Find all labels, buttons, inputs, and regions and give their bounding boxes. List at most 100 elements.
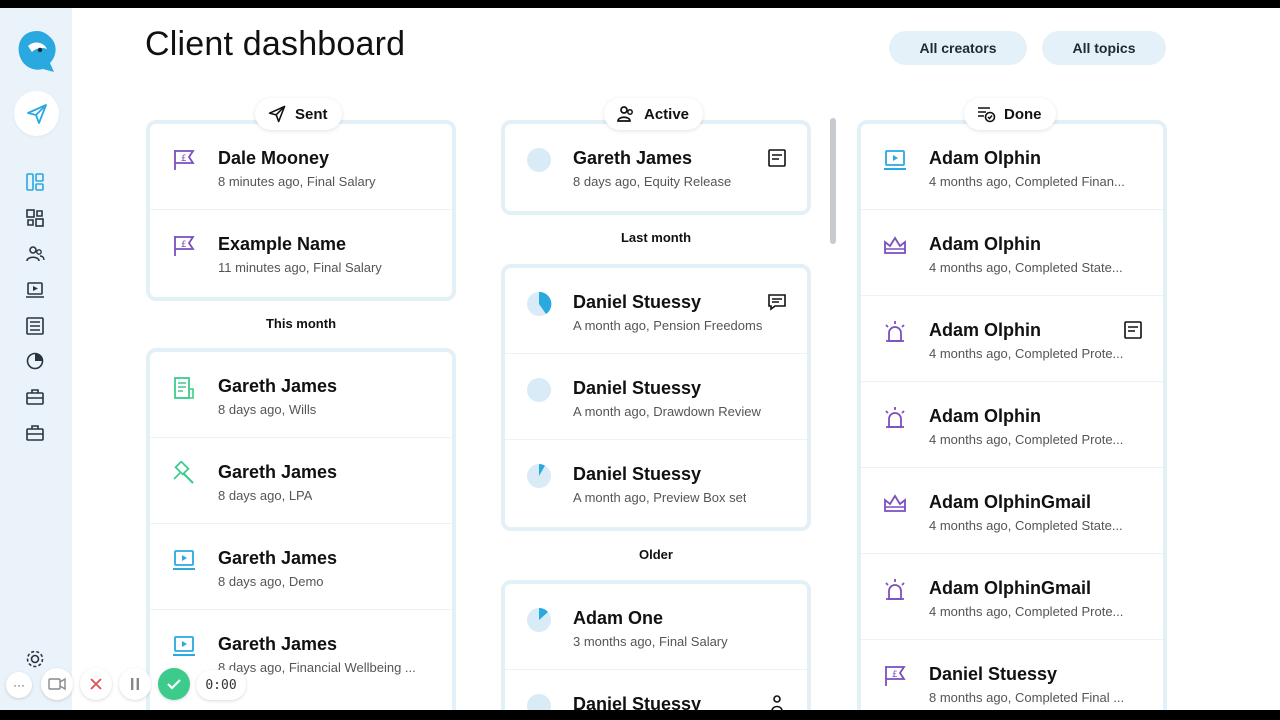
list-item[interactable]: Daniel Stuessy A month ago, Pension Free…: [505, 268, 807, 354]
nav-videos-icon[interactable]: [24, 279, 46, 301]
item-subtitle: 8 days ago, LPA: [218, 488, 313, 503]
progress-15-icon: [525, 606, 553, 634]
pound-flag-icon: £: [881, 662, 909, 690]
client-name: Adam One: [573, 608, 664, 628]
close-icon: [90, 678, 102, 690]
camera-off-icon: [48, 677, 66, 691]
recorder-camera-button[interactable]: [41, 668, 73, 700]
client-name: Daniel Stuessy: [573, 464, 702, 484]
app-logo[interactable]: [14, 28, 60, 74]
check-icon: [167, 679, 181, 690]
document-icon: [170, 374, 198, 402]
client-name: Adam Olphin: [929, 406, 1041, 426]
compose-send-button[interactable]: [14, 91, 59, 136]
app-window: Client dashboard All creators All topics…: [0, 8, 1280, 710]
client-name: Gareth James: [218, 462, 338, 482]
settings-gear-icon[interactable]: [24, 648, 46, 670]
client-name: Daniel Stuessy: [573, 694, 702, 710]
item-subtitle: 4 months ago, Completed Prote...: [929, 604, 1124, 619]
progress-empty-icon: [525, 376, 553, 404]
list-item[interactable]: Adam OlphinGmail 4 months ago, Completed…: [861, 554, 1163, 640]
filter-all-creators[interactable]: All creators: [889, 31, 1027, 65]
nav-dashboard-icon[interactable]: [24, 171, 46, 193]
list-item[interactable]: Adam Olphin 4 months ago, Completed Stat…: [861, 210, 1163, 296]
list-item[interactable]: Adam Olphin 4 months ago, Completed Prot…: [861, 382, 1163, 468]
client-name: Adam OlphinGmail: [929, 578, 1092, 598]
nav-briefcase-icon[interactable]: [24, 422, 46, 444]
item-subtitle: A month ago, Preview Box set: [573, 490, 747, 505]
list-item[interactable]: Daniel Stuessy: [505, 670, 807, 710]
recorder-more-button[interactable]: ···: [6, 672, 32, 698]
list-item[interactable]: Gareth James 8 days ago, Equity Release: [505, 124, 807, 210]
list-item[interactable]: Daniel Stuessy A month ago, Drawdown Rev…: [505, 354, 807, 440]
item-subtitle: 4 months ago, Completed Finan...: [929, 174, 1125, 189]
list-item[interactable]: Adam Olphin 4 months ago, Completed Fina…: [861, 124, 1163, 210]
video-box-icon: [170, 632, 198, 660]
pound-flag-icon: £: [170, 232, 198, 260]
paper-plane-icon: [268, 105, 286, 123]
client-name: Adam Olphin: [929, 234, 1041, 254]
column-label: Active: [644, 105, 690, 123]
item-subtitle: 3 months ago, Final Salary: [573, 634, 728, 649]
client-name: Gareth James: [218, 634, 338, 654]
svg-text:£: £: [181, 154, 187, 164]
people-icon: [617, 106, 633, 122]
filter-all-topics[interactable]: All topics: [1042, 31, 1166, 65]
active-card: Adam One 3 months ago, Final Salary Dani…: [501, 580, 811, 710]
item-subtitle: 4 months ago, Completed Prote...: [929, 432, 1124, 447]
list-item[interactable]: Adam OlphinGmail 4 months ago, Completed…: [861, 468, 1163, 554]
progress-40-icon: [525, 290, 553, 318]
client-name: Daniel Stuessy: [573, 378, 702, 398]
crown-icon: [881, 232, 909, 260]
list-item[interactable]: Gareth James 8 days ago, Wills: [150, 352, 452, 438]
chat-icon[interactable]: [767, 292, 787, 312]
alarm-icon: [881, 318, 909, 346]
list-item[interactable]: £ Daniel Stuessy 8 months ago, Completed…: [861, 640, 1163, 710]
pause-icon: [131, 678, 139, 690]
gavel-icon: [170, 460, 198, 488]
active-card: Daniel Stuessy A month ago, Pension Free…: [501, 264, 811, 531]
crown-icon: [881, 490, 909, 518]
item-subtitle: 8 months ago, Completed Final ...: [929, 690, 1125, 705]
checklist-icon: [978, 107, 996, 123]
active-scrollbar[interactable]: [830, 118, 836, 244]
nav-clients-icon[interactable]: [24, 243, 46, 265]
note-icon[interactable]: [1123, 320, 1143, 340]
nav-toolbox-icon[interactable]: [24, 386, 46, 408]
column-label: Done: [1004, 105, 1042, 123]
list-item[interactable]: Adam One 3 months ago, Final Salary: [505, 584, 807, 670]
list-item[interactable]: £ Example Name 11 minutes ago, Final Sal…: [150, 210, 452, 296]
nav-reports-icon[interactable]: [24, 350, 46, 372]
column-header-done: Done: [964, 98, 1056, 130]
item-subtitle: 8 minutes ago, Final Salary: [218, 174, 376, 189]
list-item[interactable]: Daniel Stuessy A month ago, Preview Box …: [505, 440, 807, 526]
sent-card: Gareth James 8 days ago, Wills Gareth Ja…: [146, 348, 456, 710]
group-heading: Last month: [620, 230, 692, 245]
recorder-pause-button[interactable]: [119, 668, 151, 700]
column-header-sent: Sent: [255, 98, 342, 130]
recorder-cancel-button[interactable]: [80, 668, 112, 700]
list-item[interactable]: £ Dale Mooney 8 minutes ago, Final Salar…: [150, 124, 452, 210]
list-item[interactable]: Gareth James 8 days ago, LPA: [150, 438, 452, 524]
recorder-timer: 0:00: [196, 670, 246, 700]
item-subtitle: 4 months ago, Completed Prote...: [929, 346, 1124, 361]
client-name: Dale Mooney: [218, 148, 330, 168]
pound-flag-icon: £: [170, 146, 198, 174]
client-name: Daniel Stuessy: [573, 292, 702, 312]
note-icon[interactable]: [767, 148, 787, 168]
nav-workflow-icon[interactable]: [24, 207, 46, 229]
person-icon[interactable]: [767, 694, 787, 710]
active-card: Gareth James 8 days ago, Equity Release: [501, 120, 811, 215]
page-title: Client dashboard: [145, 25, 406, 63]
client-name: Adam Olphin: [929, 320, 1041, 340]
list-item[interactable]: Gareth James 8 days ago, Demo: [150, 524, 452, 610]
client-name: Adam OlphinGmail: [929, 492, 1092, 512]
item-subtitle: 4 months ago, Completed State...: [929, 260, 1123, 275]
progress-empty-icon: [525, 146, 553, 174]
list-item[interactable]: Adam Olphin 4 months ago, Completed Prot…: [861, 296, 1163, 382]
recorder-done-button[interactable]: [158, 668, 190, 700]
nav-documents-icon[interactable]: [24, 315, 46, 337]
client-name: Adam Olphin: [929, 148, 1041, 168]
sidebar: [0, 8, 72, 710]
item-subtitle: 11 minutes ago, Final Salary: [218, 260, 382, 275]
